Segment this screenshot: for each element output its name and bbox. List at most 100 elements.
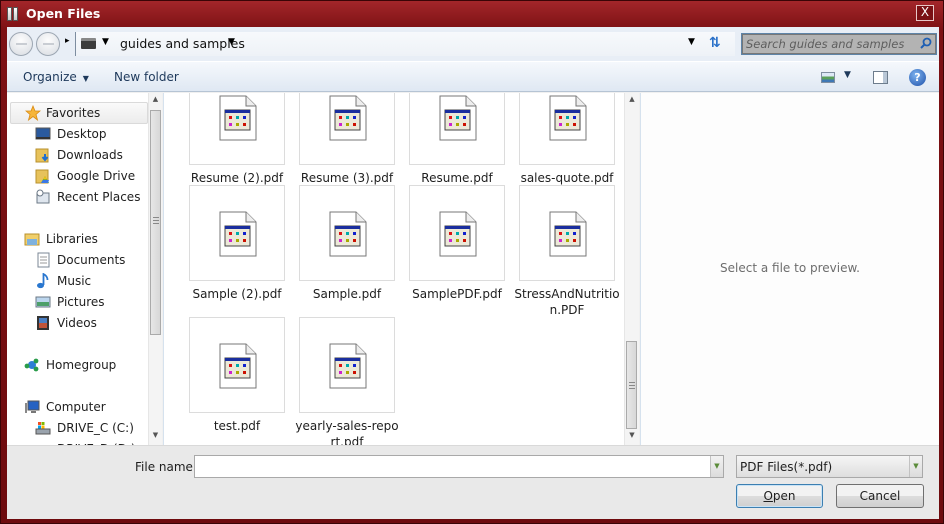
back-button[interactable] (9, 32, 33, 56)
pdf-file-icon (549, 211, 587, 257)
new-folder-button[interactable]: New folder (114, 70, 179, 84)
videos-icon (37, 316, 49, 330)
file-thumbnail[interactable] (409, 93, 505, 165)
refresh-icon[interactable]: ⇅ (709, 35, 721, 51)
file-name[interactable]: SamplePDF.pdf (403, 286, 511, 302)
file-thumbnail[interactable] (299, 317, 395, 413)
close-button[interactable]: X (916, 5, 934, 21)
scroll-up-arrow[interactable]: ▲ (149, 95, 162, 107)
sidebar-item-favorites[interactable]: Favorites (10, 102, 148, 124)
breadcrumb-chevron-down-icon[interactable]: ▼ (228, 37, 235, 47)
organize-button[interactable]: Organize ▼ (23, 70, 89, 84)
google-drive-folder-icon (35, 169, 49, 184)
file-name-combobox[interactable]: ▼ (194, 455, 724, 478)
scroll-up-arrow[interactable]: ▲ (625, 95, 639, 107)
pdf-file-icon (219, 343, 257, 389)
file-thumbnail[interactable] (189, 185, 285, 281)
downloads-folder-icon (35, 148, 49, 163)
music-icon (37, 273, 49, 289)
search-input[interactable] (746, 36, 914, 52)
file-thumbnail[interactable] (189, 317, 285, 413)
navigation-pane: Favorites Desktop Downloads Google Drive… (7, 93, 162, 445)
file-thumbnail[interactable] (519, 93, 615, 165)
app-icon (7, 7, 19, 21)
desktop-icon (35, 127, 51, 140)
scroll-down-arrow[interactable]: ▼ (625, 431, 639, 443)
documents-icon (37, 252, 50, 268)
window-title: Open Files (26, 6, 101, 21)
search-icon[interactable] (920, 37, 932, 49)
sidebar-label: Desktop (57, 127, 107, 141)
pdf-file-icon (549, 95, 587, 141)
pdf-file-icon (219, 211, 257, 257)
file-thumbnail[interactable] (409, 185, 505, 281)
file-name[interactable]: sales-quote.pdf (513, 170, 621, 186)
file-name[interactable]: Resume (2).pdf (183, 170, 291, 186)
preview-pane: Select a file to preview. (640, 93, 939, 445)
navigation-bar: ▸ ▼ guides and samples ▼ ▼ ⇅ (7, 27, 939, 61)
address-bar[interactable]: ▼ guides and samples ▼ ▼ (75, 32, 735, 56)
libraries-icon (24, 233, 40, 246)
file-thumbnail[interactable] (519, 185, 615, 281)
title-bar[interactable]: Open Files X (1, 1, 943, 27)
sidebar-label: Homegroup (46, 358, 117, 372)
computer-icon (25, 400, 40, 413)
recent-places-icon (36, 189, 50, 204)
file-name[interactable]: Resume (3).pdf (293, 170, 401, 186)
scrollbar-thumb[interactable] (150, 110, 161, 335)
sidebar-label: Computer (46, 400, 106, 414)
view-options-chevron-icon[interactable]: ▼ (844, 70, 851, 80)
dialog-body: ▸ ▼ guides and samples ▼ ▼ ⇅ Organize ▼ N… (7, 27, 939, 519)
sidebar-label: Downloads (57, 148, 123, 162)
sidebar-label: Pictures (57, 295, 105, 309)
preview-pane-icon[interactable] (873, 71, 888, 84)
file-name-input[interactable] (198, 458, 703, 475)
file-type-filter-select[interactable]: PDF Files(*.pdf) ▼ (736, 455, 923, 478)
file-name[interactable]: Sample (2).pdf (183, 286, 291, 302)
file-name[interactable]: Resume.pdf (403, 170, 511, 186)
star-icon (25, 105, 41, 121)
sidebar-label: Google Drive (57, 169, 136, 183)
forward-button[interactable] (36, 32, 60, 56)
chevron-down-icon[interactable]: ▼ (102, 37, 109, 47)
file-type-dropdown-button[interactable]: ▼ (909, 456, 922, 477)
file-name[interactable]: StressAndNutrition.PDF (513, 286, 621, 318)
sidebar-label: Favorites (46, 106, 101, 120)
open-button[interactable]: Open (736, 484, 823, 508)
homegroup-icon (24, 358, 39, 372)
file-thumbnail[interactable] (299, 93, 395, 165)
open-label: Open (763, 489, 796, 503)
scrollbar-thumb[interactable] (626, 341, 637, 429)
file-name[interactable]: yearly-sales-report.pdf (293, 418, 401, 445)
address-history-dropdown[interactable]: ▼ (688, 37, 695, 47)
pdf-file-icon (219, 95, 257, 141)
change-view-icon[interactable] (821, 72, 835, 83)
open-files-dialog: Open Files X ▸ ▼ guides and samples ▼ ▼ … (0, 0, 944, 524)
file-thumbnail[interactable] (299, 185, 395, 281)
drive-icon (81, 38, 96, 49)
file-thumbnail[interactable] (189, 93, 285, 165)
help-icon[interactable]: ? (909, 69, 926, 86)
recent-locations-dropdown[interactable]: ▸ (65, 36, 70, 46)
organize-label: Organize (23, 70, 77, 84)
pictures-icon (35, 296, 51, 308)
sidebar-label: Libraries (46, 232, 98, 246)
file-list: Resume (2).pdf Resume (3).pdf Resume.pdf sa… (163, 93, 639, 445)
command-toolbar: Organize ▼ New folder ▼ ? (7, 61, 939, 92)
preview-message: Select a file to preview. (720, 261, 860, 275)
file-name-label: File name: (135, 460, 197, 474)
breadcrumb-current-folder[interactable]: guides and samples (120, 36, 245, 51)
pdf-file-icon (329, 211, 367, 257)
file-name[interactable]: Sample.pdf (293, 286, 401, 302)
sidebar-label: Videos (57, 316, 97, 330)
file-name[interactable]: test.pdf (183, 418, 291, 434)
file-list-scrollbar[interactable]: ▲ ▼ (624, 93, 639, 445)
scroll-down-arrow[interactable]: ▼ (149, 431, 162, 443)
file-name-dropdown-button[interactable]: ▼ (710, 456, 723, 477)
pdf-file-icon (439, 95, 477, 141)
navigation-pane-scrollbar[interactable]: ▲ ▼ (148, 93, 162, 445)
sidebar-label: Music (57, 274, 92, 288)
pdf-file-icon (329, 343, 367, 389)
cancel-button[interactable]: Cancel (836, 484, 924, 508)
search-box[interactable] (741, 33, 937, 55)
